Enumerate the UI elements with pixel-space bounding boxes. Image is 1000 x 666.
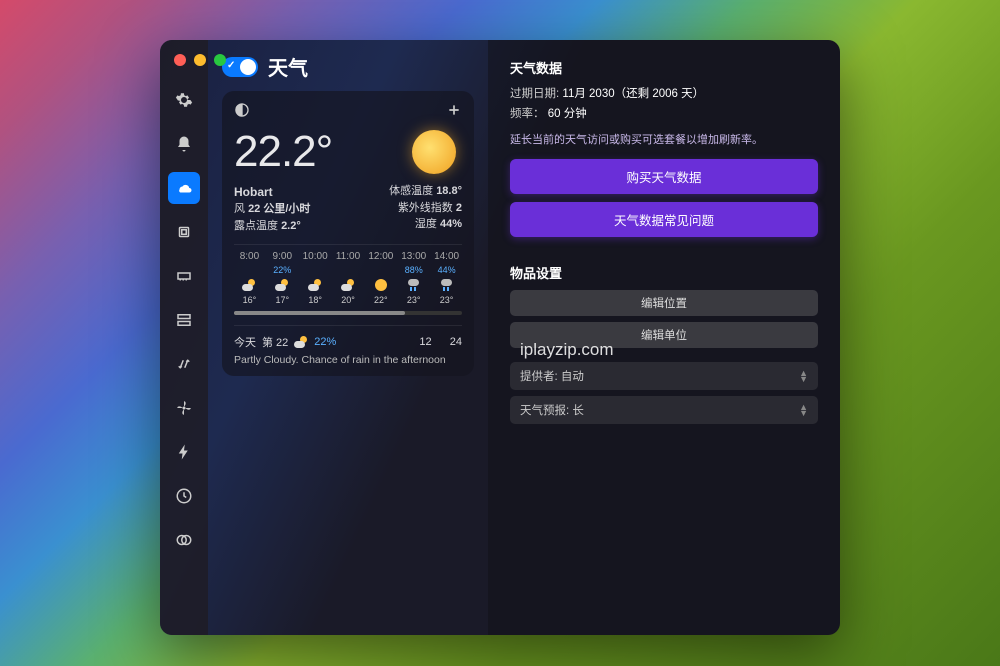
power-icon[interactable] bbox=[168, 436, 200, 468]
buy-button[interactable]: 购买天气数据 bbox=[510, 159, 818, 194]
cloud-sun-icon bbox=[294, 335, 308, 349]
hour-column: 10:0018° bbox=[300, 251, 331, 305]
traffic-lights bbox=[174, 54, 226, 66]
weather-icon[interactable] bbox=[168, 172, 200, 204]
sun-icon bbox=[375, 279, 387, 291]
disk-icon[interactable] bbox=[168, 304, 200, 336]
cloud-sun-icon bbox=[275, 278, 289, 292]
hour-column: 8:0016° bbox=[234, 251, 265, 305]
forecast-select[interactable]: 天气预报: 长 ▲▼ bbox=[510, 396, 818, 424]
city-name: Hobart bbox=[234, 183, 310, 201]
cpu-icon[interactable] bbox=[168, 216, 200, 248]
conditions-info: 体感温度 18.8° 紫外线指数 2 湿度 44% bbox=[389, 183, 462, 234]
today-row: 今天 第 22 22% 12 24 bbox=[234, 325, 462, 350]
hour-column: 13:0088%23° bbox=[398, 251, 429, 305]
provider-select[interactable]: 提供者: 自动 ▲▼ bbox=[510, 362, 818, 390]
gear-icon[interactable] bbox=[168, 84, 200, 116]
hour-column: 12:0022° bbox=[365, 251, 396, 305]
edit-unit-button[interactable]: 编辑单位 bbox=[510, 322, 818, 348]
bell-icon[interactable] bbox=[168, 128, 200, 160]
data-section-title: 天气数据 bbox=[510, 58, 818, 77]
settings-panel: 天气数据 过期日期: 11月 2030（还剩 2006 天） 频率： 60 分钟… bbox=[488, 40, 840, 635]
location-info: Hobart 风 22 公里/小时 露点温度 2.2° bbox=[234, 183, 310, 234]
app-window: ✓ 天气 22.2° Hobart 风 22 公里/小时 露点温度 2.2° 体… bbox=[160, 40, 840, 635]
hourly-scrollbar[interactable] bbox=[234, 311, 462, 315]
freq-line: 频率： 60 分钟 bbox=[510, 105, 818, 121]
minimize-window[interactable] bbox=[194, 54, 206, 66]
rain-icon bbox=[407, 278, 421, 292]
rain-icon bbox=[440, 278, 454, 292]
cloud-sun-icon bbox=[341, 278, 355, 292]
theme-icon[interactable] bbox=[234, 102, 250, 123]
item-section-title: 物品设置 bbox=[510, 263, 818, 282]
zoom-window[interactable] bbox=[214, 54, 226, 66]
sun-icon bbox=[412, 130, 456, 174]
fan-icon[interactable] bbox=[168, 392, 200, 424]
weather-card: 22.2° Hobart 风 22 公里/小时 露点温度 2.2° 体感温度 1… bbox=[222, 91, 474, 376]
edit-location-button[interactable]: 编辑位置 bbox=[510, 290, 818, 316]
expiry-line: 过期日期: 11月 2030（还剩 2006 天） bbox=[510, 85, 818, 101]
sidebar bbox=[160, 40, 208, 635]
add-icon[interactable] bbox=[446, 102, 462, 123]
page-title: 天气 bbox=[268, 52, 308, 81]
feature-toggle[interactable]: ✓ bbox=[222, 57, 258, 77]
cloud-sun-icon bbox=[308, 278, 322, 292]
today-desc: Partly Cloudy. Chance of rain in the aft… bbox=[234, 354, 462, 366]
memory-icon[interactable] bbox=[168, 260, 200, 292]
faq-button[interactable]: 天气数据常见问题 bbox=[510, 202, 818, 237]
combined-icon[interactable] bbox=[168, 524, 200, 556]
cloud-sun-icon bbox=[242, 278, 256, 292]
hour-column: 11:0020° bbox=[333, 251, 364, 305]
close-window[interactable] bbox=[174, 54, 186, 66]
hourly-forecast[interactable]: 8:0016°9:0022%17°10:0018°11:0020°12:0022… bbox=[234, 244, 462, 305]
main-panel: ✓ 天气 22.2° Hobart 风 22 公里/小时 露点温度 2.2° 体… bbox=[208, 40, 488, 635]
hour-column: 9:0022%17° bbox=[267, 251, 298, 305]
network-icon[interactable] bbox=[168, 348, 200, 380]
clock-icon[interactable] bbox=[168, 480, 200, 512]
hour-column: 14:0044%23° bbox=[431, 251, 462, 305]
temperature: 22.2° bbox=[234, 127, 332, 177]
note-text: 延长当前的天气访问或购买可选套餐以增加刷新率。 bbox=[510, 131, 818, 147]
